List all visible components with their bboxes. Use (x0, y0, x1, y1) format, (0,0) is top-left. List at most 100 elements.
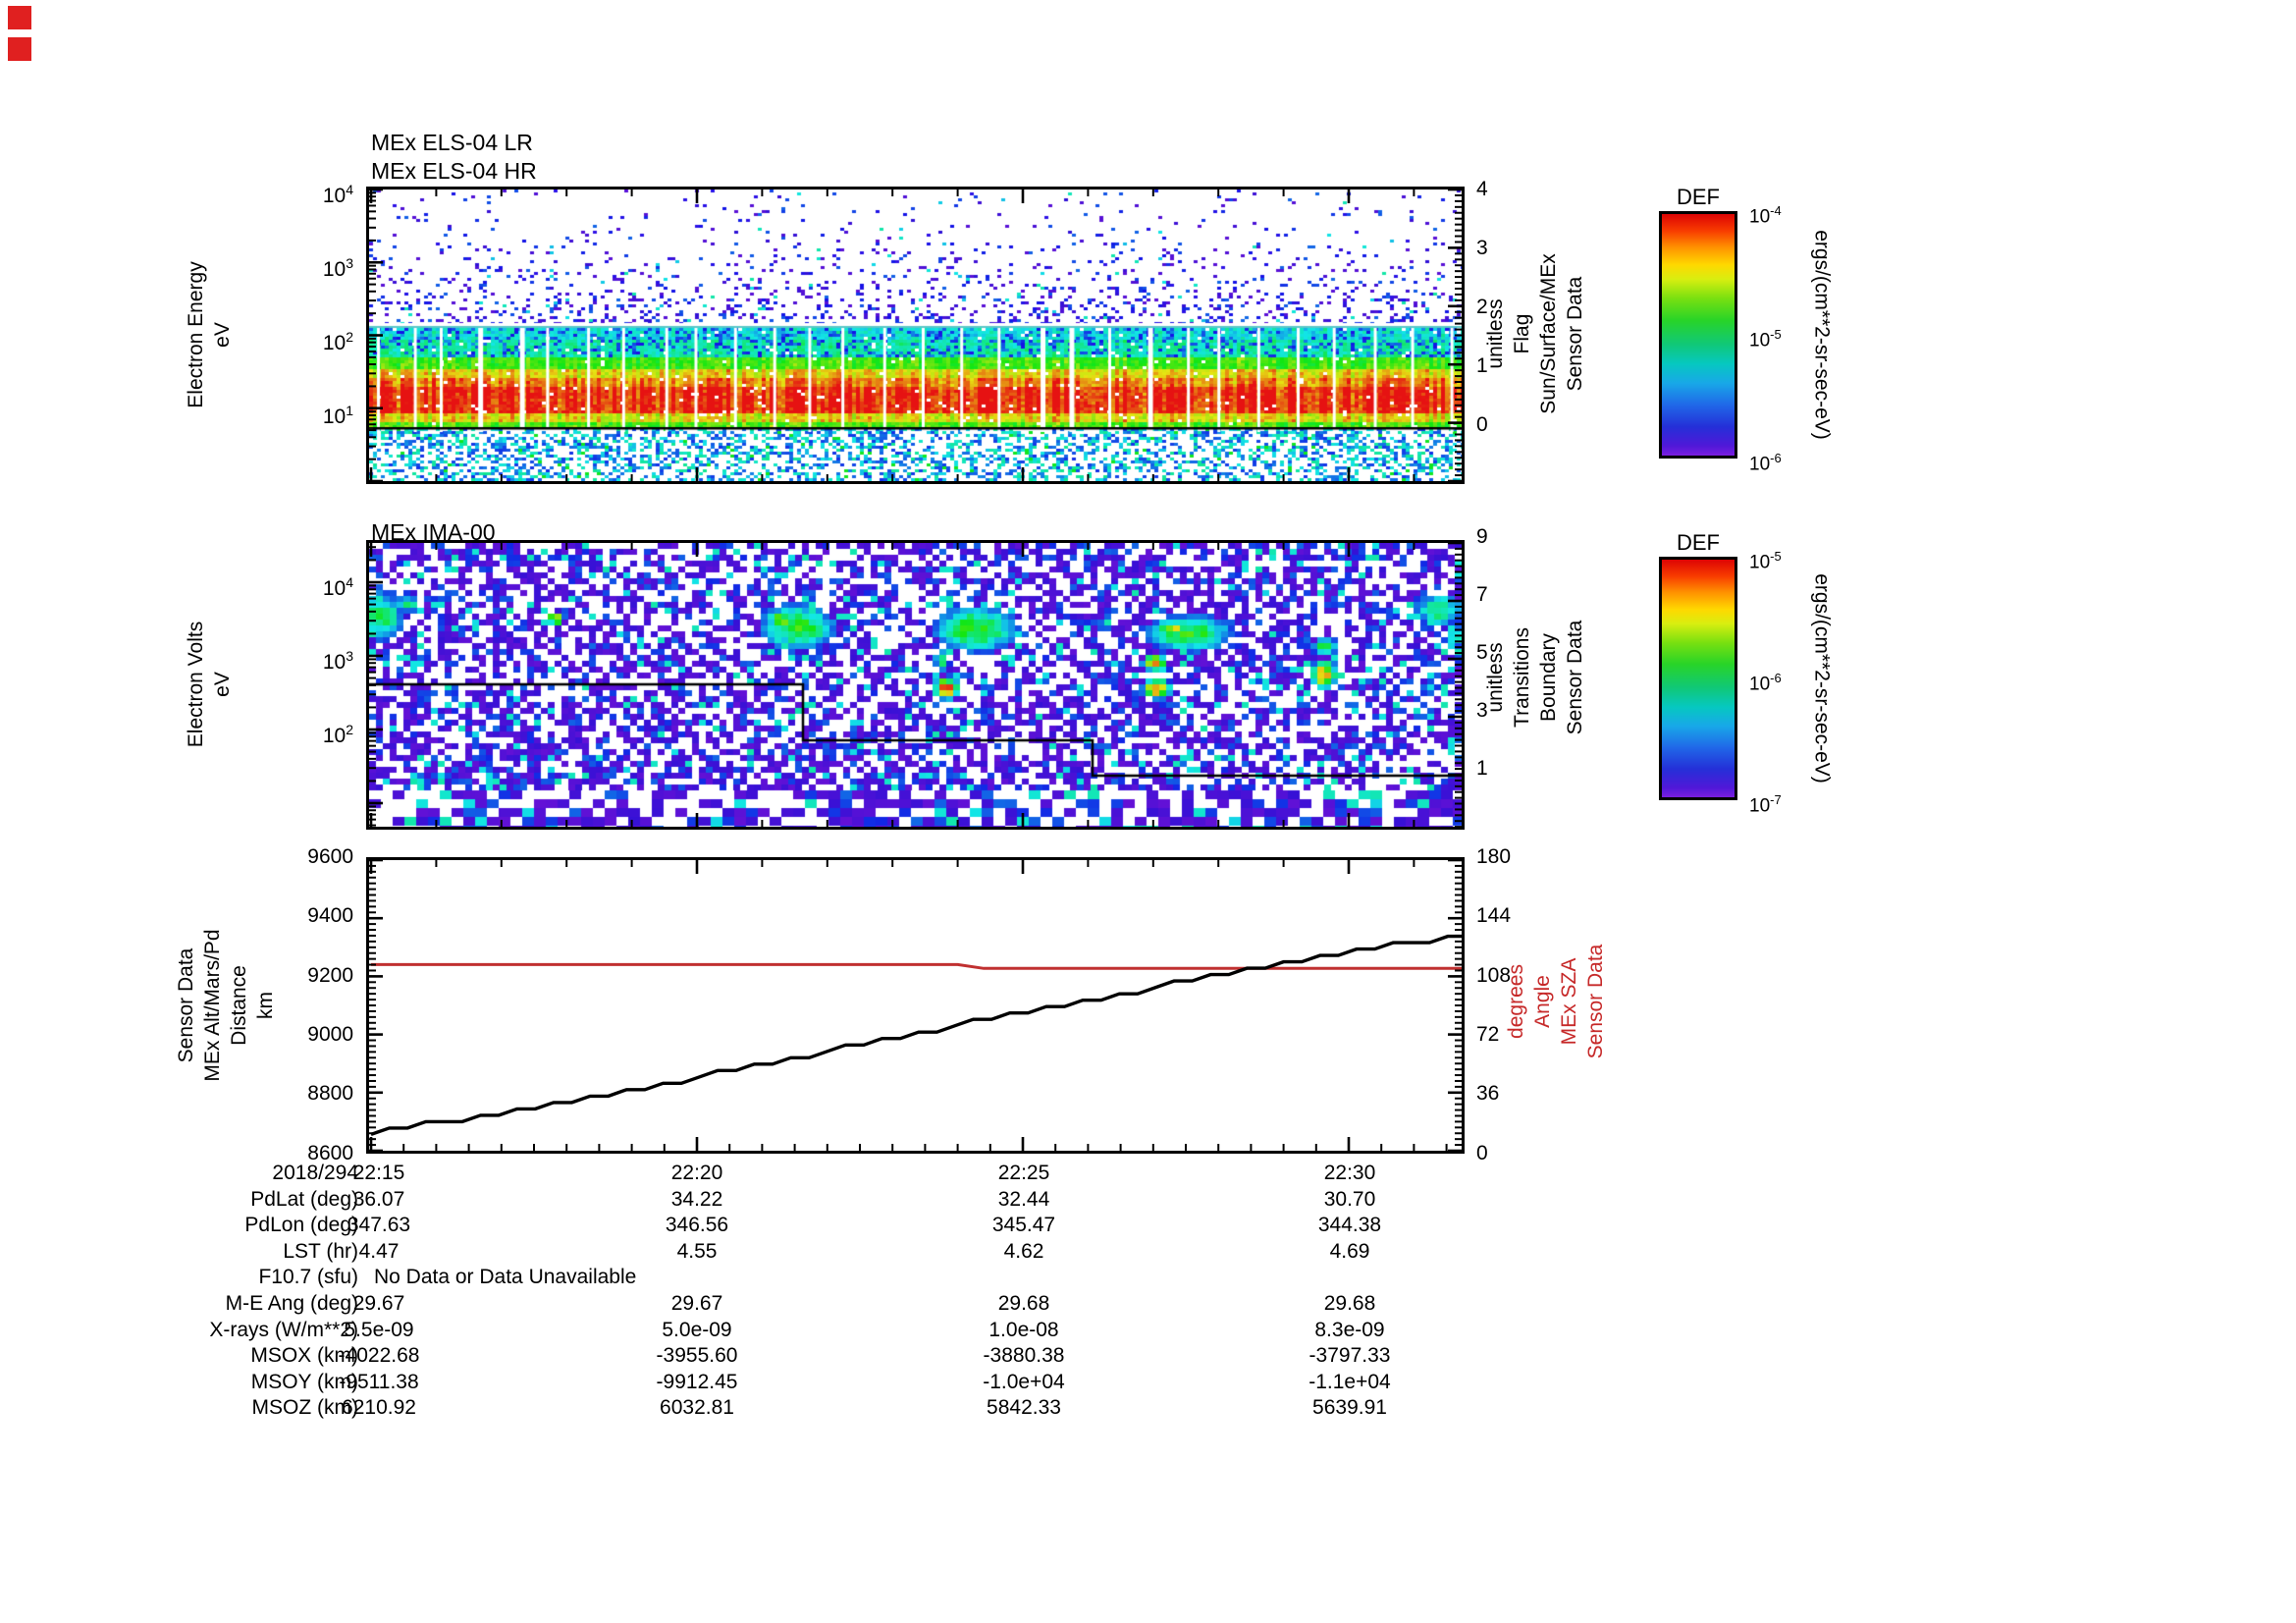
cell: -9912.45 (656, 1371, 738, 1393)
cell: 6210.92 (342, 1396, 416, 1419)
els-title-hr: MEx ELS-04 HR (371, 158, 537, 184)
colorbar-gradient (1662, 214, 1735, 456)
corner-marker-icon (8, 6, 31, 29)
cell: 29.68 (997, 1292, 1050, 1315)
cell: 5639.91 (1312, 1396, 1387, 1419)
y-tick-label: 4 (1476, 178, 1488, 200)
table-row: MSOY (km) -9511.38 -9912.45 -1.0e+04 -1.… (0, 1371, 1669, 1396)
aux-plot (369, 860, 1462, 1151)
no-data-note: No Data or Data Unavailable (374, 1266, 637, 1288)
row-label: F10.7 (sfu) (258, 1266, 358, 1288)
ima-right-axis-label: unitless Transitions Boundary Sensor Data (1484, 620, 1586, 735)
y-tick-label: 101 (322, 403, 353, 428)
cell: 1.0e-08 (988, 1319, 1059, 1341)
y-tick-label: 104 (322, 574, 353, 600)
y-tick-label: 102 (322, 329, 353, 354)
els-spectrogram-panel (366, 187, 1465, 484)
y-tick-label: 103 (322, 255, 353, 281)
y-tick-label: 108 (1476, 964, 1512, 987)
cell: 30.70 (1323, 1188, 1376, 1211)
y-tick-label: 9200 (307, 964, 353, 987)
cell: -3880.38 (983, 1344, 1065, 1367)
table-row: PdLon (deg) 347.63 346.56 345.47 344.38 (0, 1214, 1669, 1239)
y-tick-label: 180 (1476, 845, 1512, 868)
aux-line-panel (366, 857, 1465, 1154)
colorbar-title: DEF (1677, 530, 1720, 555)
aux-right-axis-label: degrees Angle MEx SZA Sensor Data (1505, 944, 1607, 1059)
cell: 347.63 (347, 1214, 411, 1236)
y-tick-label: 3 (1476, 237, 1488, 259)
cell: -1.1e+04 (1308, 1371, 1391, 1393)
x-tick-label: 22:25 (997, 1162, 1050, 1184)
table-row-time: 2018/294 22:15 22:20 22:25 22:30 (0, 1162, 1669, 1187)
cell: -3797.33 (1308, 1344, 1391, 1367)
y-tick-label: 1 (1476, 354, 1488, 377)
y-tick-label: 9 (1476, 525, 1488, 548)
cell: -4022.68 (338, 1344, 420, 1367)
altitude-line (370, 934, 1462, 1137)
y-tick-label: 144 (1476, 904, 1512, 927)
cell: -9511.38 (339, 1371, 419, 1393)
table-row-f107: F10.7 (sfu) No Data or Data Unavailable (0, 1266, 1669, 1291)
ima-colorbar (1659, 557, 1737, 800)
cell: 36.07 (352, 1188, 405, 1211)
colorbar-unit-label: ergs/(cm**2-sr-sec-eV) (1810, 230, 1834, 440)
colorbar-title: DEF (1677, 185, 1720, 209)
corner-marker-icon (8, 37, 31, 61)
els-colorbar (1659, 211, 1737, 459)
cell: 8.3e-09 (1314, 1319, 1385, 1341)
ima-axis-ticks (369, 543, 1462, 827)
x-tick-label: 22:30 (1323, 1162, 1376, 1184)
colorbar-gradient (1662, 560, 1735, 797)
y-tick-label: 0 (1476, 413, 1488, 436)
els-axis-ticks (369, 189, 1462, 481)
y-tick-label: 9600 (307, 845, 353, 868)
cell: 34.22 (670, 1188, 723, 1211)
cell: 29.68 (1323, 1292, 1376, 1315)
cell: 6032.81 (660, 1396, 734, 1419)
y-tick-label: 1 (1476, 757, 1488, 780)
els-title-lr: MEx ELS-04 LR (371, 130, 533, 155)
cell: 5842.33 (987, 1396, 1061, 1419)
colorbar-tick-label: 10-6 (1749, 451, 1782, 475)
ima-y-axis-label: Electron Volts eV (185, 621, 234, 748)
x-tick-label: 22:20 (670, 1162, 723, 1184)
cell: 32.44 (997, 1188, 1050, 1211)
cell: 345.47 (991, 1214, 1056, 1236)
y-tick-label: 8800 (307, 1082, 353, 1105)
cell: 29.67 (352, 1292, 405, 1315)
cell: 4.62 (1003, 1240, 1044, 1263)
y-tick-label: 3 (1476, 699, 1488, 722)
els-right-axis-label: unitless Flag Sun/Surface/MEx Sensor Data (1484, 253, 1586, 414)
y-tick-label: 2 (1476, 296, 1488, 318)
cell: 4.69 (1329, 1240, 1370, 1263)
y-tick-label: 104 (322, 182, 353, 207)
table-row: LST (hr) 4.47 4.55 4.62 4.69 (0, 1240, 1669, 1266)
y-tick-label: 72 (1476, 1023, 1500, 1046)
plot-page: MEx ELS-04 LR MEx ELS-04 HR Electron Ene… (0, 0, 2296, 1623)
colorbar-tick-label: 10-7 (1749, 792, 1782, 817)
cell: -1.0e+04 (983, 1371, 1065, 1393)
colorbar-tick-label: 10-4 (1749, 203, 1782, 228)
cell: 5.5e-09 (344, 1319, 414, 1341)
colorbar-unit-label: ergs/(cm**2-sr-sec-eV) (1810, 573, 1834, 784)
table-row: PdLat (deg) 36.07 34.22 32.44 30.70 (0, 1188, 1669, 1214)
cell: 5.0e-09 (662, 1319, 732, 1341)
y-tick-label: 103 (322, 648, 353, 674)
colorbar-tick-label: 10-6 (1749, 671, 1782, 695)
y-tick-label: 102 (322, 722, 353, 747)
x-tick-label: 22:15 (352, 1162, 405, 1184)
y-tick-label: 9000 (307, 1023, 353, 1046)
table-row: M-E Ang (deg) 29.67 29.67 29.68 29.68 (0, 1292, 1669, 1318)
cell: 344.38 (1317, 1214, 1382, 1236)
aux-y-axis-label: Sensor Data MEx Alt/Mars/Pd Distance km (175, 929, 277, 1082)
els-y-axis-label: Electron Energy eV (185, 261, 234, 408)
y-tick-label: 9400 (307, 904, 353, 927)
cell: 4.47 (358, 1240, 400, 1263)
table-row: MSOZ (km) 6210.92 6032.81 5842.33 5639.9… (0, 1396, 1669, 1422)
table-row: MSOX (km) -4022.68 -3955.60 -3880.38 -37… (0, 1344, 1669, 1370)
y-tick-label: 5 (1476, 641, 1488, 664)
colorbar-tick-label: 10-5 (1749, 327, 1782, 352)
y-tick-label: 36 (1476, 1082, 1500, 1105)
ima-spectrogram-panel (366, 540, 1465, 830)
